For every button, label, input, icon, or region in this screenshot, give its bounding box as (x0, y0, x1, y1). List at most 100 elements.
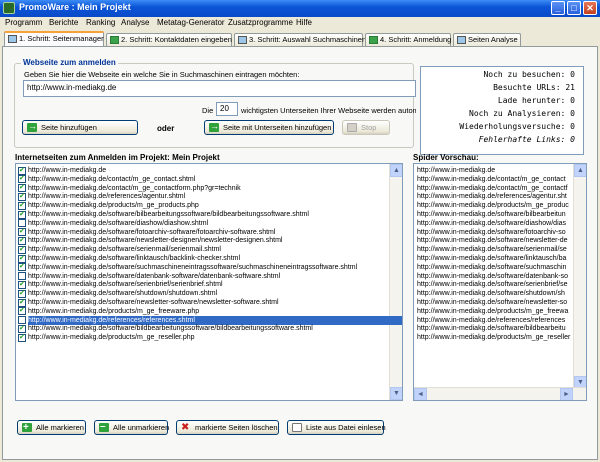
page-checkbox[interactable] (18, 333, 26, 342)
subpages-count-input[interactable]: 20 (216, 102, 238, 116)
page-url: http://www.in-mediakg.de/software/datenb… (28, 272, 281, 280)
load-list-button[interactable]: Liste aus Datei einlesen (287, 420, 386, 435)
or-label: oder (157, 124, 175, 133)
scroll-up-icon[interactable]: ▲ (574, 164, 586, 177)
deselect-all-button[interactable]: Alle unmarkieren (94, 420, 169, 435)
spider-url: http://www.in-mediakg.de/software/newsle… (417, 237, 568, 245)
page-checkbox[interactable] (18, 192, 26, 201)
page-checkbox[interactable] (18, 183, 26, 193)
spider-url: http://www.in-mediakg.de/software/fotoar… (417, 228, 566, 236)
page-row[interactable]: http://www.in-mediakg.de/software/bilbea… (16, 210, 402, 219)
page-checkbox[interactable] (18, 219, 26, 228)
spider-preview-list[interactable]: http://www.in-mediakg.de/products/m_ge_r… (413, 163, 587, 401)
spider-url: http://www.in-mediakg.de/references/refe… (417, 316, 566, 324)
page-checkbox[interactable] (18, 227, 26, 237)
tab-kontaktdaten[interactable]: 2. Schritt: Kontaktdaten eingeben (106, 33, 232, 46)
page-row[interactable]: http://www.in-mediakg.de/software/linkta… (16, 254, 402, 263)
pages-list-title: Internetseiten zum Anmelden im Projekt: … (15, 153, 220, 162)
spider-url: http://www.in-mediakg.de/software/bilbea… (417, 211, 566, 218)
page-checkbox[interactable] (18, 201, 26, 210)
menu-analyse[interactable]: Analyse (121, 18, 149, 27)
page-checkbox[interactable] (18, 166, 26, 175)
page-row[interactable]: http://www.in-mediakg.de/software/datenb… (16, 272, 402, 281)
page-checkbox[interactable] (18, 236, 26, 245)
add-with-subpages-button[interactable]: Seite mit Unterseiten hinzufügen (204, 120, 334, 135)
stop-icon (347, 123, 357, 132)
page-checkbox[interactable] (18, 262, 26, 272)
page-row[interactable]: http://www.in-mediakg.de/contact/m_ge_co… (16, 174, 402, 184)
select-all-button[interactable]: Alle markieren (17, 420, 86, 435)
menu-programm[interactable]: Programm (5, 18, 42, 27)
page-checkbox[interactable] (18, 316, 26, 325)
page-checkbox[interactable] (18, 174, 26, 184)
page-row[interactable]: http://www.in-mediakg.de/references/agen… (16, 192, 402, 201)
button-label: Seite hinzufügen (41, 123, 97, 132)
close-button[interactable]: ✕ (583, 1, 597, 15)
minimize-button[interactable]: _ (551, 1, 565, 15)
tab-suchmaschinen[interactable]: 3. Schritt: Auswahl Suchmaschinen (234, 33, 366, 46)
pages-list[interactable]: ▲ ▼ http://www.in-mediakg.dehttp://www.i… (15, 163, 403, 401)
page-row[interactable]: http://www.in-mediakg.de/products/m_ge_p… (16, 201, 402, 210)
page-row[interactable]: http://www.in-mediakg.de/software/newsle… (16, 298, 402, 307)
menu-hilfe[interactable]: Hilfe (296, 18, 312, 27)
page-url: http://www.in-mediakg.de/software/linkta… (28, 255, 241, 262)
page-row[interactable]: http://www.in-mediakg.de/software/newsle… (16, 236, 402, 245)
menu-metatag-generator[interactable]: Metatag-Generator (157, 18, 225, 27)
page-row[interactable]: http://www.in-mediakg.de/references/refe… (16, 315, 402, 325)
spider-url: http://www.in-mediakg.de/products/m_ge_f… (417, 307, 569, 315)
spider-url: http://www.in-mediakg.de/products/m_ge_r… (417, 334, 571, 342)
page-row[interactable]: http://www.in-mediakg.de (16, 166, 402, 175)
page-checkbox[interactable] (18, 324, 26, 333)
page-row[interactable]: http://www.in-mediakg.de/software/serien… (16, 245, 402, 254)
page-checkbox[interactable] (18, 210, 26, 219)
add-site-button[interactable]: Seite hinzufügen (22, 120, 138, 135)
page-row[interactable]: http://www.in-mediakg.de/software/serien… (16, 280, 402, 289)
page-checkbox[interactable] (18, 298, 26, 307)
page-checkbox[interactable] (18, 254, 26, 263)
arrow-icon (369, 36, 378, 44)
title-bar: PromoWare : Mein Projekt _ □ ✕ (0, 0, 600, 17)
menu-berichte[interactable]: Berichte (49, 18, 78, 27)
tab-seitenmanager[interactable]: 1. Schritt: Seitenmanager (4, 31, 104, 46)
page-url: http://www.in-mediakg.de/products/m_ge_p… (28, 202, 199, 210)
spider-url: http://www.in-mediakg.de/software/serien… (417, 246, 567, 254)
tab-anmeldung[interactable]: 4. Schritt: Anmeldung (365, 33, 451, 46)
page-url: http://www.in-mediakg.de/references/refe… (28, 315, 402, 325)
spider-preview-title: Spider Vorschau: (413, 153, 479, 162)
maximize-button[interactable]: □ (567, 1, 581, 15)
stop-button[interactable]: Stop (342, 120, 390, 135)
page-url: http://www.in-mediakg.de/software/fotoar… (28, 228, 276, 236)
page-row[interactable]: http://www.in-mediakg.de/software/bildbe… (16, 324, 402, 333)
page-row[interactable]: http://www.in-mediakg.de/software/fotoar… (16, 227, 402, 237)
url-input[interactable]: http://www.in-mediakg.de (23, 80, 416, 97)
menu-bar: Programm Berichte Ranking Analyse Metata… (0, 17, 600, 30)
spider-url: http://www.in-mediakg.de/software/newsle… (417, 299, 568, 306)
page-checkbox[interactable] (18, 245, 26, 254)
page-row[interactable]: http://www.in-mediakg.de/software/shutdo… (16, 289, 402, 298)
page-checkbox[interactable] (18, 280, 26, 289)
delete-selected-button[interactable]: markierte Seiten löschen (176, 420, 279, 435)
page-checkbox[interactable] (18, 272, 26, 281)
tab-seiten-analyse[interactable]: Seiten Analyse (453, 33, 521, 46)
page-row[interactable]: http://www.in-mediakg.de/software/diasho… (16, 219, 402, 228)
page-checkbox[interactable] (18, 289, 26, 298)
page-row[interactable]: http://www.in-mediakg.de/products/m_ge_f… (16, 306, 402, 316)
page-row[interactable]: http://www.in-mediakg.de/products/m_ge_r… (16, 333, 402, 342)
page-row[interactable]: http://www.in-mediakg.de/software/suchma… (16, 262, 402, 272)
url-prompt: Geben Sie hier die Webseite ein welche S… (24, 70, 300, 79)
tab-label: 2. Schritt: Kontaktdaten eingeben (121, 35, 232, 44)
button-label: Stop (361, 123, 377, 132)
scroll-left-icon[interactable]: ◄ (414, 388, 427, 400)
horizontal-scrollbar[interactable]: ◄ ► (414, 387, 586, 400)
spider-url: http://www.in-mediakg.de/software/serien… (417, 281, 568, 289)
page-row[interactable]: http://www.in-mediakg.de/contact/m_ge_co… (16, 183, 402, 193)
menu-ranking[interactable]: Ranking (86, 18, 115, 27)
vertical-scrollbar[interactable]: ▲ ▼ (573, 164, 586, 389)
menu-zusatzprogramme[interactable]: Zusatzprogramme (228, 18, 293, 27)
scroll-down-icon[interactable]: ▼ (390, 387, 402, 400)
plus-icon (22, 421, 32, 434)
page-url: http://www.in-mediakg.de/software/bildbe… (28, 325, 313, 333)
crawl-stats: Noch zu besuchen: 0 Besuchte URLs: 21 La… (420, 66, 584, 155)
page-checkbox[interactable] (18, 306, 26, 316)
scroll-right-icon[interactable]: ► (560, 388, 573, 400)
